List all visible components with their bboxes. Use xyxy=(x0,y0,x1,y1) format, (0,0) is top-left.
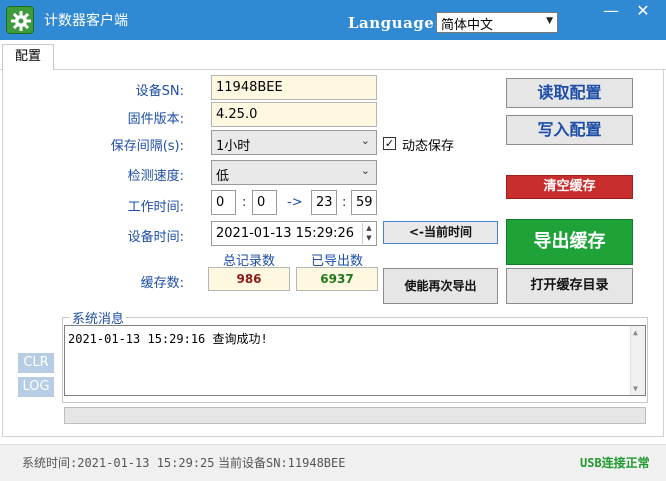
clr-button[interactable]: CLR xyxy=(18,353,54,373)
messages-box[interactable]: 2021-01-13 15:29:16 查询成功! ▲ ▼ xyxy=(64,325,646,396)
interval-label: 保存间隔(s): xyxy=(110,139,184,154)
interval-value: 1小时 xyxy=(216,139,251,154)
export-cache-button[interactable]: 导出缓存 xyxy=(506,219,633,265)
time-arrow: -> xyxy=(287,195,303,210)
work-end-hour[interactable]: 23 xyxy=(311,190,337,215)
clear-cache-button[interactable]: 清空缓存 xyxy=(506,175,633,199)
spinner-arrows-icon[interactable]: ▲ ▼ xyxy=(362,223,375,244)
tab-config[interactable]: 配置 xyxy=(2,44,54,71)
interval-select[interactable]: 1小时 ⌄ xyxy=(211,130,377,155)
current-time-button[interactable]: <-当前时间 xyxy=(383,221,498,244)
device-time-field[interactable]: 2021-01-13 15:29:26 ▲ ▼ xyxy=(211,221,377,246)
close-button[interactable]: ✕ xyxy=(628,0,658,24)
enable-reexport-button[interactable]: 使能再次导出 xyxy=(383,268,498,304)
write-config-button[interactable]: 写入配置 xyxy=(506,115,633,145)
usb-status: USB连接正常 xyxy=(580,456,650,470)
messages-scrollbar[interactable]: ▲ ▼ xyxy=(630,326,645,395)
current-device-status: 当前设备SN:11948BEE xyxy=(218,456,346,470)
work-end-minute[interactable]: 59 xyxy=(351,190,377,215)
language-value: 简体中文 xyxy=(441,18,494,33)
read-config-button[interactable]: 读取配置 xyxy=(506,78,633,108)
firmware-label: 固件版本: xyxy=(127,112,184,127)
total-records-value: 986 xyxy=(208,267,290,291)
chevron-down-icon: ⌄ xyxy=(360,134,370,147)
speed-select[interactable]: 低 ⌄ xyxy=(211,160,377,185)
language-label: Language: xyxy=(348,14,441,32)
dynamic-save-checkbox[interactable]: ✓ xyxy=(383,137,396,150)
gear-icon xyxy=(6,6,34,34)
system-time-status: 系统时间:2021-01-13 15:29:25 xyxy=(22,456,215,470)
device-time-value: 2021-01-13 15:29:26 xyxy=(216,226,355,241)
message-line: 2021-01-13 15:29:16 查询成功! xyxy=(68,332,268,346)
language-select[interactable]: 简体中文 ▼ xyxy=(436,12,558,33)
speed-label: 检测速度: xyxy=(127,169,184,184)
scroll-down-icon[interactable]: ▼ xyxy=(633,384,638,393)
sn-label: 设备SN: xyxy=(135,84,184,99)
work-start-minute[interactable]: 0 xyxy=(252,190,277,215)
tab-strip xyxy=(0,40,666,70)
title-bar: 计数器客户端 Language: 简体中文 ▼ — ✕ xyxy=(0,0,666,40)
time-colon: : xyxy=(242,195,247,210)
minimize-button[interactable]: — xyxy=(596,0,626,24)
log-button[interactable]: LOG xyxy=(18,377,54,397)
work-start-hour[interactable]: 0 xyxy=(211,190,236,215)
app-title: 计数器客户端 xyxy=(44,13,128,29)
firmware-field[interactable]: 4.25.0 xyxy=(211,102,377,127)
chevron-down-icon: ⌄ xyxy=(360,164,370,177)
chevron-down-icon: ▼ xyxy=(546,16,553,26)
worktime-label: 工作时间: xyxy=(127,200,184,215)
device-time-label: 设备时间: xyxy=(127,230,184,245)
time-colon: : xyxy=(342,195,347,210)
sn-field[interactable]: 11948BEE xyxy=(211,75,377,100)
cache-count-label: 缓存数: xyxy=(140,276,184,291)
dynamic-save-label: 动态保存 xyxy=(402,139,455,154)
scroll-up-icon[interactable]: ▲ xyxy=(633,328,638,337)
progress-bar xyxy=(64,407,646,424)
open-cache-dir-button[interactable]: 打开缓存目录 xyxy=(506,268,633,304)
exported-count-value: 6937 xyxy=(296,267,378,291)
speed-value: 低 xyxy=(216,169,230,184)
